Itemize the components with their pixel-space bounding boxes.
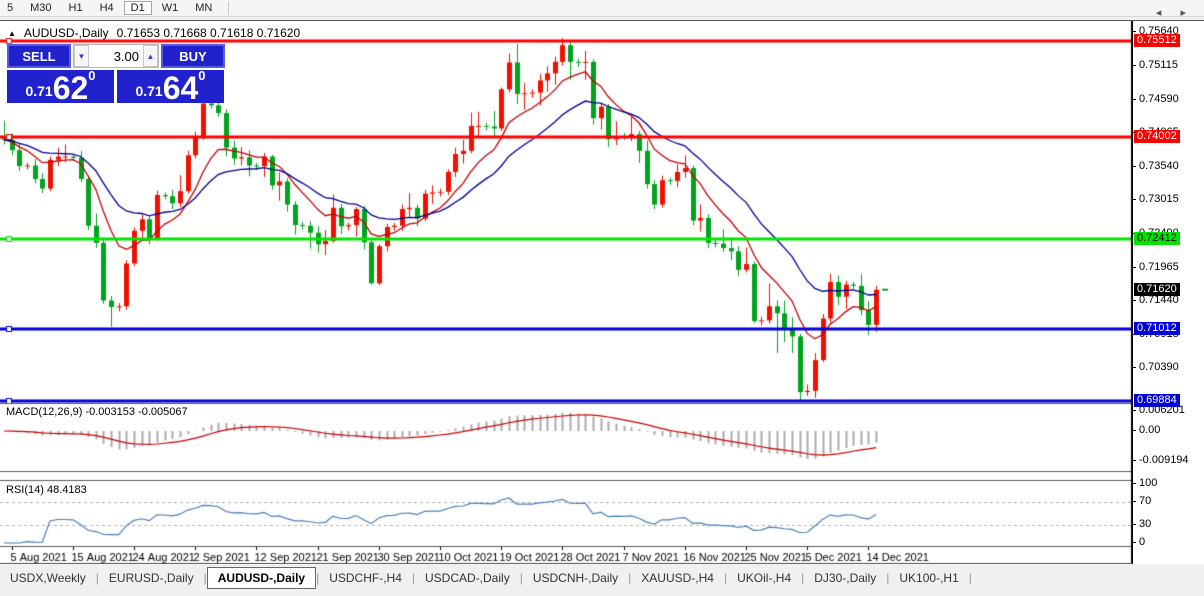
chart-tab-usdchf-[interactable]: USDCHF-,H4 <box>319 568 412 588</box>
chart-tab-usdcnh-[interactable]: USDCNH-,Daily <box>523 568 628 588</box>
timeframe-button-h4[interactable]: H4 <box>93 1 121 15</box>
chart-tab-ukoil-[interactable]: UKOil-,H4 <box>727 568 801 588</box>
sell-button[interactable]: SELL <box>7 44 71 68</box>
sell-price[interactable]: 0.71 62 0 <box>7 68 114 106</box>
buy-price-point: 0 <box>198 68 206 83</box>
sell-price-point: 0 <box>88 68 96 83</box>
chart-tab-usdcad-[interactable]: USDCAD-,Daily <box>415 568 520 588</box>
chart-window: ▲ AUDUSD-,Daily 0.71653 0.71668 0.71618 … <box>0 20 1204 564</box>
price-axis: 0.756400.751150.745900.740650.735400.730… <box>1131 21 1204 564</box>
chart-tab-usdx[interactable]: USDX,Weekly <box>0 568 96 588</box>
price-line-label: 0.71620 <box>1134 282 1180 296</box>
price-tick: 0.73540 <box>1132 159 1179 172</box>
rsi-tick: 0 <box>1131 536 1146 548</box>
price-tick: 0.71440 <box>1132 294 1179 307</box>
rsi-tick: 70 <box>1131 494 1152 507</box>
price-line-label: 0.74002 <box>1134 130 1180 144</box>
buy-price-pips: 64 <box>162 70 199 106</box>
chart-tab-eurusd-[interactable]: EURUSD-,Daily <box>99 568 204 588</box>
mt4-window: 5 M30 H1 H4 D1 W1 MN ▲ AUDUSD-,Daily 0.71653 0… <box>0 0 1204 596</box>
volume-decrease-icon[interactable]: ▼ <box>74 45 89 67</box>
tab-scroll-arrows[interactable]: ◂ ▸ <box>1156 6 1194 19</box>
timeframe-button-m30[interactable]: M30 <box>23 1 58 15</box>
bottom-strip <box>0 591 1204 596</box>
volume-spinner: ▼ ▲ <box>73 44 159 68</box>
macd-tick: 0.00 <box>1131 424 1161 436</box>
price-tick: 0.70390 <box>1132 361 1179 374</box>
price-line-label: 0.75512 <box>1134 33 1180 47</box>
timeframe-button-h1[interactable]: H1 <box>62 1 90 15</box>
price-line-label: 0.72412 <box>1134 232 1180 245</box>
triangle-up-icon: ▲ <box>8 28 16 38</box>
sell-price-base: 0.71 <box>25 83 53 99</box>
price-tick: 0.74590 <box>1132 92 1179 105</box>
buy-price[interactable]: 0.71 64 0 <box>117 68 224 106</box>
tab-separator: | <box>968 571 972 585</box>
chart-symbol: AUDUSD-,Daily <box>23 26 109 40</box>
timeframe-button-w1[interactable]: W1 <box>155 1 186 15</box>
toolbar-separator <box>228 1 230 15</box>
chart-tab-xauusd-[interactable]: XAUUSD-,H4 <box>631 568 724 588</box>
rsi-tick: 100 <box>1131 477 1158 489</box>
timeframe-toolbar: 5 M30 H1 H4 D1 W1 MN <box>0 0 1204 17</box>
price-tick: 0.75115 <box>1132 59 1178 71</box>
chart-ohlc: 0.71653 0.71668 0.71618 0.71620 <box>116 26 301 40</box>
volume-input[interactable] <box>89 45 143 67</box>
price-tick: 0.73015 <box>1132 193 1179 206</box>
timeframe-button-5[interactable]: 5 <box>0 1 20 15</box>
macd-label: MACD(12,26,9) -0.003153 -0.005067 <box>6 406 188 418</box>
rsi-label: RSI(14) 48.4183 <box>6 484 87 496</box>
sell-price-pips: 62 <box>52 70 89 106</box>
one-click-trade-widget: SELL ▼ ▲ BUY 0.71620 0.71640 <box>7 44 225 106</box>
buy-button[interactable]: BUY <box>161 44 225 68</box>
chart-tab-uk100-[interactable]: UK100-,H1 <box>889 568 968 588</box>
price-tick: 0.71965 <box>1132 260 1179 273</box>
price-line-label: 0.69884 <box>1134 393 1180 407</box>
buy-price-base: 0.71 <box>135 83 163 99</box>
timeframe-button-mn[interactable]: MN <box>188 1 219 15</box>
timeframe-button-d1[interactable]: D1 <box>123 1 152 15</box>
volume-increase-icon[interactable]: ▲ <box>143 45 158 67</box>
chart-title: ▲ AUDUSD-,Daily 0.71653 0.71668 0.71618 … <box>8 26 300 40</box>
macd-tick: -0.009194 <box>1132 453 1189 466</box>
chart-tab-dj30-[interactable]: DJ30-,Daily <box>804 568 886 588</box>
rsi-tick: 30 <box>1131 518 1152 531</box>
chart-tab-bar: USDX,Weekly | EURUSD-,Daily | AUDUSD-,Daily |… <box>0 565 1204 591</box>
price-line-label: 0.71012 <box>1134 321 1180 335</box>
chart-tab-audusd-[interactable]: AUDUSD-,Daily <box>206 567 317 589</box>
